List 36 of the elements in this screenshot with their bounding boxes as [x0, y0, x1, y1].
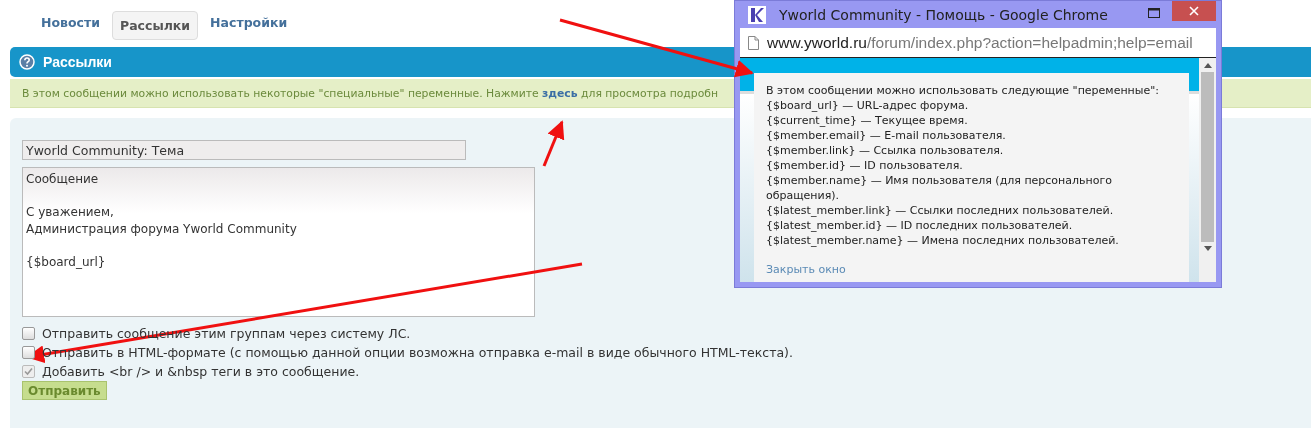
help-line: {$board_url} — URL-адрес форума.: [766, 98, 970, 113]
help-line: {$member.id} — ID пользователя.: [766, 158, 964, 173]
close-icon: [1189, 6, 1199, 16]
help-icon: [19, 54, 35, 70]
app-icon: [748, 5, 766, 24]
help-line: В этом сообщении можно использовать следующие "переменные":: [766, 83, 1161, 98]
annotation-arrow: [542, 120, 565, 167]
tab[interactable]: Рассылки: [111, 11, 199, 40]
option-label: Добавить <br /> и &nbsp теги в это сообщение.: [42, 363, 360, 379]
tab[interactable]: Новости: [33, 12, 108, 32]
close-window-link[interactable]: Закрыть окно: [766, 262, 846, 277]
address-bar[interactable]: www.yworld.ru/forum/index.php?action=helpadmin;help=email: [740, 28, 1216, 58]
close-button[interactable]: [1172, 1, 1216, 21]
scrollbar[interactable]: [1199, 58, 1216, 282]
help-line: {$member.name} — Имя пользователя (для персонального обращения).: [766, 173, 1113, 203]
page-icon: [748, 35, 759, 50]
submit-button[interactable]: Отправить: [22, 381, 107, 400]
maximize-icon[interactable]: [1148, 8, 1160, 18]
message-field[interactable]: Сообщение С уважением, Администрация форума Yworld Community {$board_url}: [22, 167, 535, 317]
url-text: www.yworld.ru/forum/index.php?action=helpadmin;help=email: [767, 33, 1193, 52]
checkbox[interactable]: [22, 345, 35, 359]
checkbox[interactable]: [22, 326, 35, 340]
help-line: {$current_time} — Текущее время.: [766, 113, 969, 128]
details-link[interactable]: здесь: [542, 86, 578, 100]
section-title: Рассылки: [43, 54, 112, 70]
help-line: {$latest_member.id} — ID последних пользователей.: [766, 218, 1074, 233]
scroll-up-icon[interactable]: [1203, 62, 1212, 68]
tab[interactable]: Настройки: [202, 12, 296, 32]
window-title: Yworld Community - Помощь - Google Chrome: [779, 6, 1108, 23]
help-line: {$latest_member.name} — Имена последних пользователей.: [766, 233, 1120, 248]
help-line: {$member.link} — Ссылка пользователя.: [766, 143, 1005, 158]
scroll-down-icon[interactable]: [1203, 246, 1212, 252]
help-line: {$member.email} — E-mail пользователя.: [766, 128, 1007, 143]
notice-text: В этом сообщении можно использовать некоторые "специальные" переменные. Нажмите здесь для просмотра подробн: [22, 86, 718, 100]
help-line: {$latest_member.link} — Ссылки последних пользователей.: [766, 203, 1115, 218]
subject-field[interactable]: Yworld Community: Тема: [22, 140, 466, 160]
